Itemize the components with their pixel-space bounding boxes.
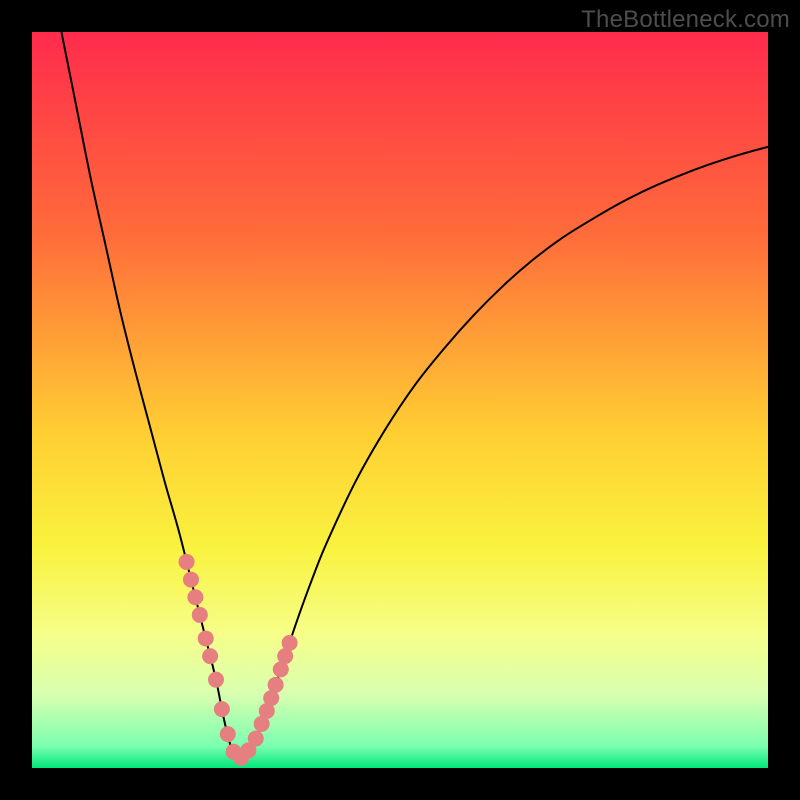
curve-marker bbox=[282, 635, 298, 651]
curve-marker bbox=[198, 630, 214, 646]
curve-marker bbox=[220, 726, 236, 742]
curve-marker bbox=[214, 701, 230, 717]
curve-marker bbox=[202, 648, 218, 664]
plot-svg bbox=[32, 32, 768, 768]
curve-marker bbox=[192, 607, 208, 623]
outer-frame: TheBottleneck.com bbox=[0, 0, 800, 800]
curve-marker bbox=[248, 731, 264, 747]
watermark-text: TheBottleneck.com bbox=[581, 6, 790, 34]
curve-marker bbox=[187, 589, 203, 605]
curve-marker bbox=[268, 677, 284, 693]
curve-marker bbox=[179, 554, 195, 570]
plot-area bbox=[32, 32, 768, 768]
curve-marker bbox=[183, 572, 199, 588]
curve-marker bbox=[208, 672, 224, 688]
